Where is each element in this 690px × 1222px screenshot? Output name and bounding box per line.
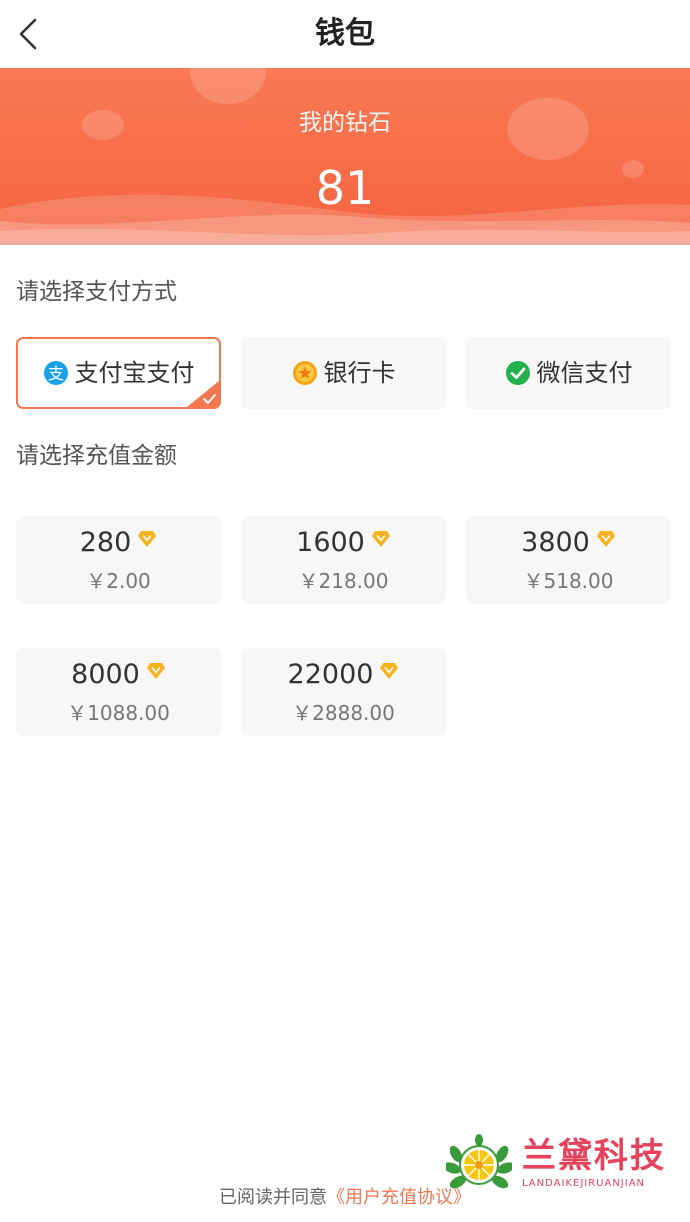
diamond-icon <box>380 663 399 679</box>
pay-option-bank-card[interactable]: 银行卡 <box>241 337 446 409</box>
recharge-option[interactable]: 280 ￥2.00 <box>16 516 221 604</box>
watermark-text: 兰黛科技 <box>522 1136 666 1176</box>
balance-value: 81 <box>315 161 375 215</box>
decor-bubble <box>190 68 266 104</box>
diamond-balance-banner: 我的钻石 81 <box>0 68 690 245</box>
bank-card-icon <box>292 361 317 385</box>
payment-method-heading: 请选择支付方式 <box>16 279 177 305</box>
pay-option-label: 支付宝支付 <box>74 359 195 387</box>
recharge-price: ￥518.00 <box>523 569 614 593</box>
agreement-prefix: 已阅读并同意 <box>219 1187 327 1208</box>
recharge-option[interactable]: 8000 ￥1088.00 <box>16 648 221 736</box>
recharge-price: ￥218.00 <box>298 569 389 593</box>
pay-option-wechat[interactable]: 微信支付 <box>466 337 671 409</box>
top-nav: 钱包 <box>0 0 690 68</box>
balance-label: 我的钻石 <box>299 110 391 136</box>
selected-check-icon <box>187 381 219 407</box>
recharge-price: ￥2.00 <box>86 569 151 593</box>
diamond-icon <box>138 531 157 547</box>
diamond-icon <box>596 531 615 547</box>
diamond-icon <box>371 531 390 547</box>
diamond-amount: 22000 <box>287 659 374 690</box>
alipay-icon: 支 <box>43 361 68 385</box>
diamond-icon <box>146 663 165 679</box>
diamond-amount: 1600 <box>296 527 365 558</box>
recharge-amount-heading: 请选择充值金额 <box>16 443 177 469</box>
pay-option-label: 银行卡 <box>323 359 396 387</box>
pay-option-label: 微信支付 <box>536 359 633 387</box>
diamond-amount: 280 <box>79 527 132 558</box>
svg-text:支: 支 <box>47 364 63 383</box>
diamond-amount: 3800 <box>521 527 590 558</box>
recharge-agreement-link[interactable]: 《用户充值协议》 <box>327 1187 471 1208</box>
wechat-icon <box>505 361 530 385</box>
diamond-amount: 8000 <box>71 659 140 690</box>
recharge-option[interactable]: 3800 ￥518.00 <box>466 516 671 604</box>
recharge-price: ￥1088.00 <box>67 701 170 725</box>
page-title: 钱包 <box>315 16 375 51</box>
recharge-option[interactable]: 1600 ￥218.00 <box>241 516 446 604</box>
pay-option-alipay[interactable]: 支 支付宝支付 <box>16 337 221 409</box>
recharge-price: ￥2888.00 <box>292 701 395 725</box>
agreement-line: 已阅读并同意《用户充值协议》 <box>0 1184 690 1212</box>
recharge-option[interactable]: 22000 ￥2888.00 <box>241 648 446 736</box>
